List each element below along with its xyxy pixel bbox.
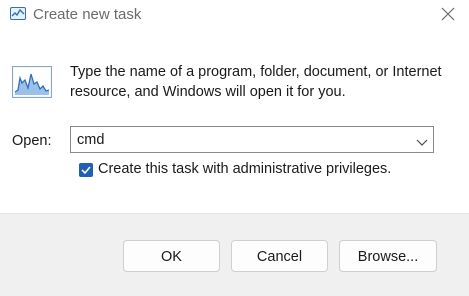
cancel-button[interactable]: Cancel (231, 240, 328, 272)
chevron-down-icon[interactable] (416, 134, 428, 146)
open-combobox[interactable] (70, 126, 434, 153)
open-label: Open: (12, 133, 52, 149)
run-program-icon (12, 66, 52, 98)
dialog-description: Type the name of a program, folder, docu… (70, 64, 442, 100)
ok-button[interactable]: OK (123, 240, 220, 272)
admin-privileges-checkbox[interactable] (79, 163, 93, 177)
checkmark-icon (81, 166, 91, 175)
browse-button[interactable]: Browse... (339, 240, 437, 272)
open-input[interactable] (77, 129, 407, 150)
title-bar: Create new task (0, 0, 469, 32)
close-icon (441, 7, 455, 21)
task-manager-icon (10, 7, 26, 20)
close-button[interactable] (432, 0, 468, 30)
admin-privileges-label[interactable]: Create this task with administrative pri… (98, 161, 391, 177)
button-bar: OK Cancel Browse... (0, 213, 469, 296)
window-title: Create new task (33, 6, 142, 23)
create-new-task-dialog: Create new task Type the name of a progr… (0, 0, 469, 296)
